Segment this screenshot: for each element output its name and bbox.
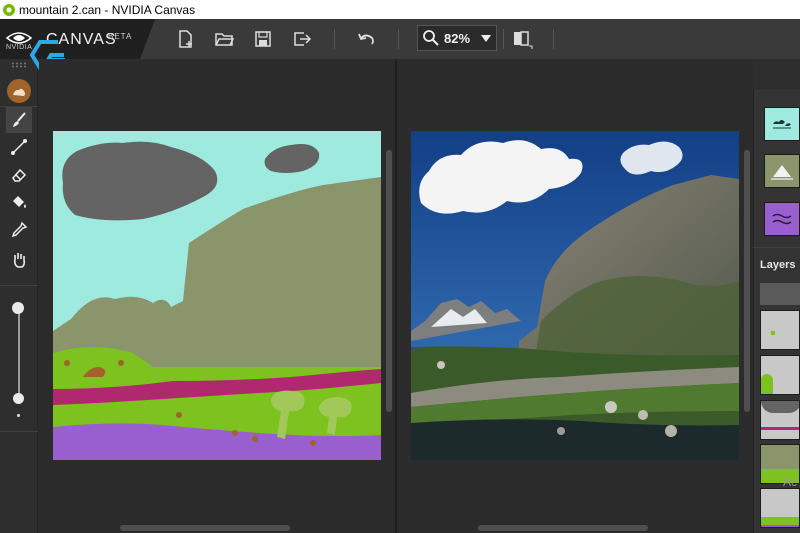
- window-titlebar: mountain 2.can - NVIDIA Canvas: [0, 0, 800, 19]
- grip-icon: [12, 62, 26, 68]
- beta-badge: BETA: [108, 32, 133, 41]
- toolbar-separator: [503, 29, 504, 49]
- save-icon: [255, 31, 271, 47]
- layer-content-mark: [761, 427, 799, 430]
- brush-size-min-indicator: [17, 414, 20, 417]
- line-tool[interactable]: [6, 134, 32, 160]
- material-mountain-button[interactable]: [764, 154, 800, 188]
- window-title: mountain 2.can - NVIDIA Canvas: [19, 2, 196, 17]
- brand-area: NVIDIA CANVAS BETA: [0, 19, 155, 59]
- zoom-value: 82%: [444, 30, 471, 46]
- eraser-tool[interactable]: [6, 162, 32, 188]
- toolbar-separator: [398, 29, 399, 49]
- paint-canvas-horizontal-scrollbar[interactable]: [120, 525, 290, 531]
- undo-button[interactable]: [354, 27, 378, 51]
- main-toolbar: NVIDIA CANVAS BETA 82%: [0, 19, 800, 59]
- output-canvas-horizontal-scrollbar[interactable]: [478, 525, 648, 531]
- split-view-icon: [514, 31, 533, 49]
- new-file-icon: [179, 30, 192, 48]
- new-file-button[interactable]: [174, 27, 198, 51]
- sky-material-icon: [773, 120, 791, 129]
- water-material-icon: [772, 213, 792, 225]
- save-button[interactable]: [251, 27, 275, 51]
- output-canvas-vertical-scrollbar[interactable]: [744, 150, 750, 412]
- nvidia-canvas-app-icon: [3, 3, 15, 16]
- layer-thumbnail[interactable]: [760, 400, 800, 440]
- right-panel-header: [753, 59, 800, 89]
- zoom-control[interactable]: 82%: [417, 25, 497, 51]
- pan-tool[interactable]: [6, 247, 32, 273]
- generated-landscape-image: [411, 131, 739, 460]
- brush-size-slider-handle[interactable]: [13, 393, 24, 404]
- brush-size-track[interactable]: [18, 314, 20, 404]
- magnifier-icon: [423, 30, 439, 46]
- mountain-material-icon: [771, 165, 793, 180]
- layer-thumbnail[interactable]: [760, 310, 800, 350]
- layer-thumbnail[interactable]: [760, 355, 800, 395]
- material-water-button[interactable]: [764, 202, 800, 236]
- fill-tool[interactable]: [6, 189, 32, 215]
- material-swatch[interactable]: [7, 79, 31, 103]
- layer-content-mark: [761, 374, 773, 394]
- tool-panel: [0, 59, 38, 533]
- layer-content-mark: [771, 331, 775, 335]
- compare-view-button[interactable]: [510, 27, 534, 51]
- toolbar-separator: [553, 29, 554, 49]
- panel-divider: [753, 247, 800, 248]
- export-icon: [294, 32, 312, 46]
- dirt-material-icon: [13, 88, 25, 96]
- layer-content-mark: [761, 525, 799, 527]
- tool-divider: [0, 285, 38, 286]
- toolbar-separator: [334, 29, 335, 49]
- paint-canvas-vertical-scrollbar[interactable]: [386, 150, 392, 412]
- layer-content-mark: [761, 401, 799, 413]
- eraser-icon: [12, 168, 27, 182]
- segmentation-paint-canvas[interactable]: [53, 131, 381, 460]
- brush-tool[interactable]: [6, 107, 32, 133]
- tool-divider: [0, 431, 38, 432]
- chevron-down-icon[interactable]: [480, 33, 492, 43]
- activation-hint-text: Ac: [783, 475, 798, 489]
- eyedropper-tool[interactable]: [6, 217, 32, 243]
- hand-icon: [14, 253, 26, 268]
- eyedropper-icon: [11, 221, 28, 238]
- open-button[interactable]: [212, 27, 236, 51]
- layers-title: Layers: [760, 259, 796, 271]
- material-sky-button[interactable]: [764, 107, 800, 141]
- brush-size-max-indicator: [12, 302, 24, 314]
- open-folder-icon: [215, 33, 234, 46]
- undo-icon: [358, 33, 374, 45]
- brush-icon: [13, 112, 26, 127]
- export-button[interactable]: [290, 27, 314, 51]
- layer-thumbnail[interactable]: [760, 488, 800, 528]
- line-icon: [11, 139, 27, 155]
- add-layer-bar[interactable]: [760, 283, 800, 305]
- paint-bucket-icon: [13, 196, 26, 208]
